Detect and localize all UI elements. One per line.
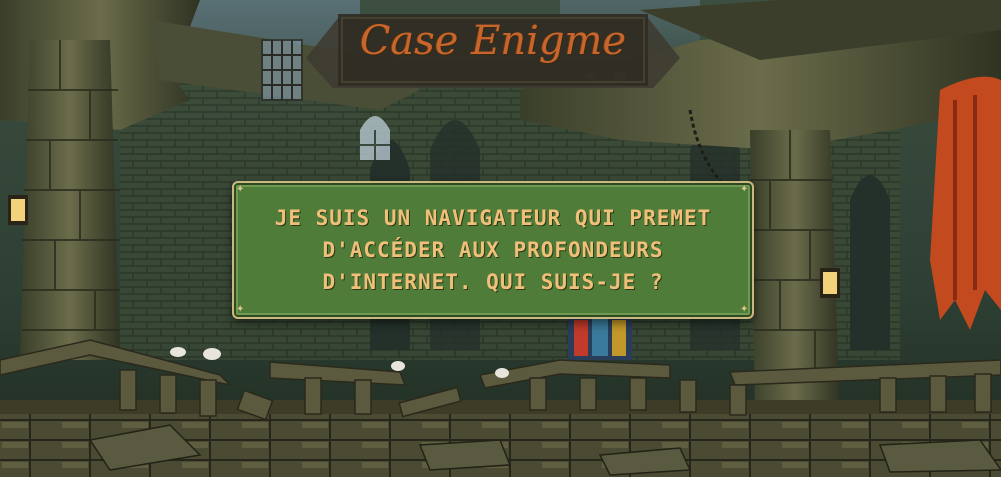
corner-ornament-icon: ✦ xyxy=(740,184,749,195)
corner-ornament-icon: ✦ xyxy=(236,184,245,195)
corner-ornament-icon: ✦ xyxy=(740,304,749,315)
riddle-line: JE SUIS UN NAVIGATEUR QUI PREMET xyxy=(274,206,712,230)
riddle-panel: ✦ ✦ ✦ ✦ JE SUIS UN NAVIGATEUR QUI PREMET… xyxy=(232,181,754,319)
riddle-line: D'INTERNET. QUI SUIS-JE ? xyxy=(322,270,664,294)
page-title: Case Enigme xyxy=(359,18,627,64)
title-banner: Case Enigme xyxy=(306,8,680,88)
corner-ornament-icon: ✦ xyxy=(236,304,245,315)
riddle-question: JE SUIS UN NAVIGATEUR QUI PREMET D'ACCÉD… xyxy=(253,202,733,298)
riddle-line: D'ACCÉDER AUX PROFONDEURS xyxy=(322,238,664,262)
